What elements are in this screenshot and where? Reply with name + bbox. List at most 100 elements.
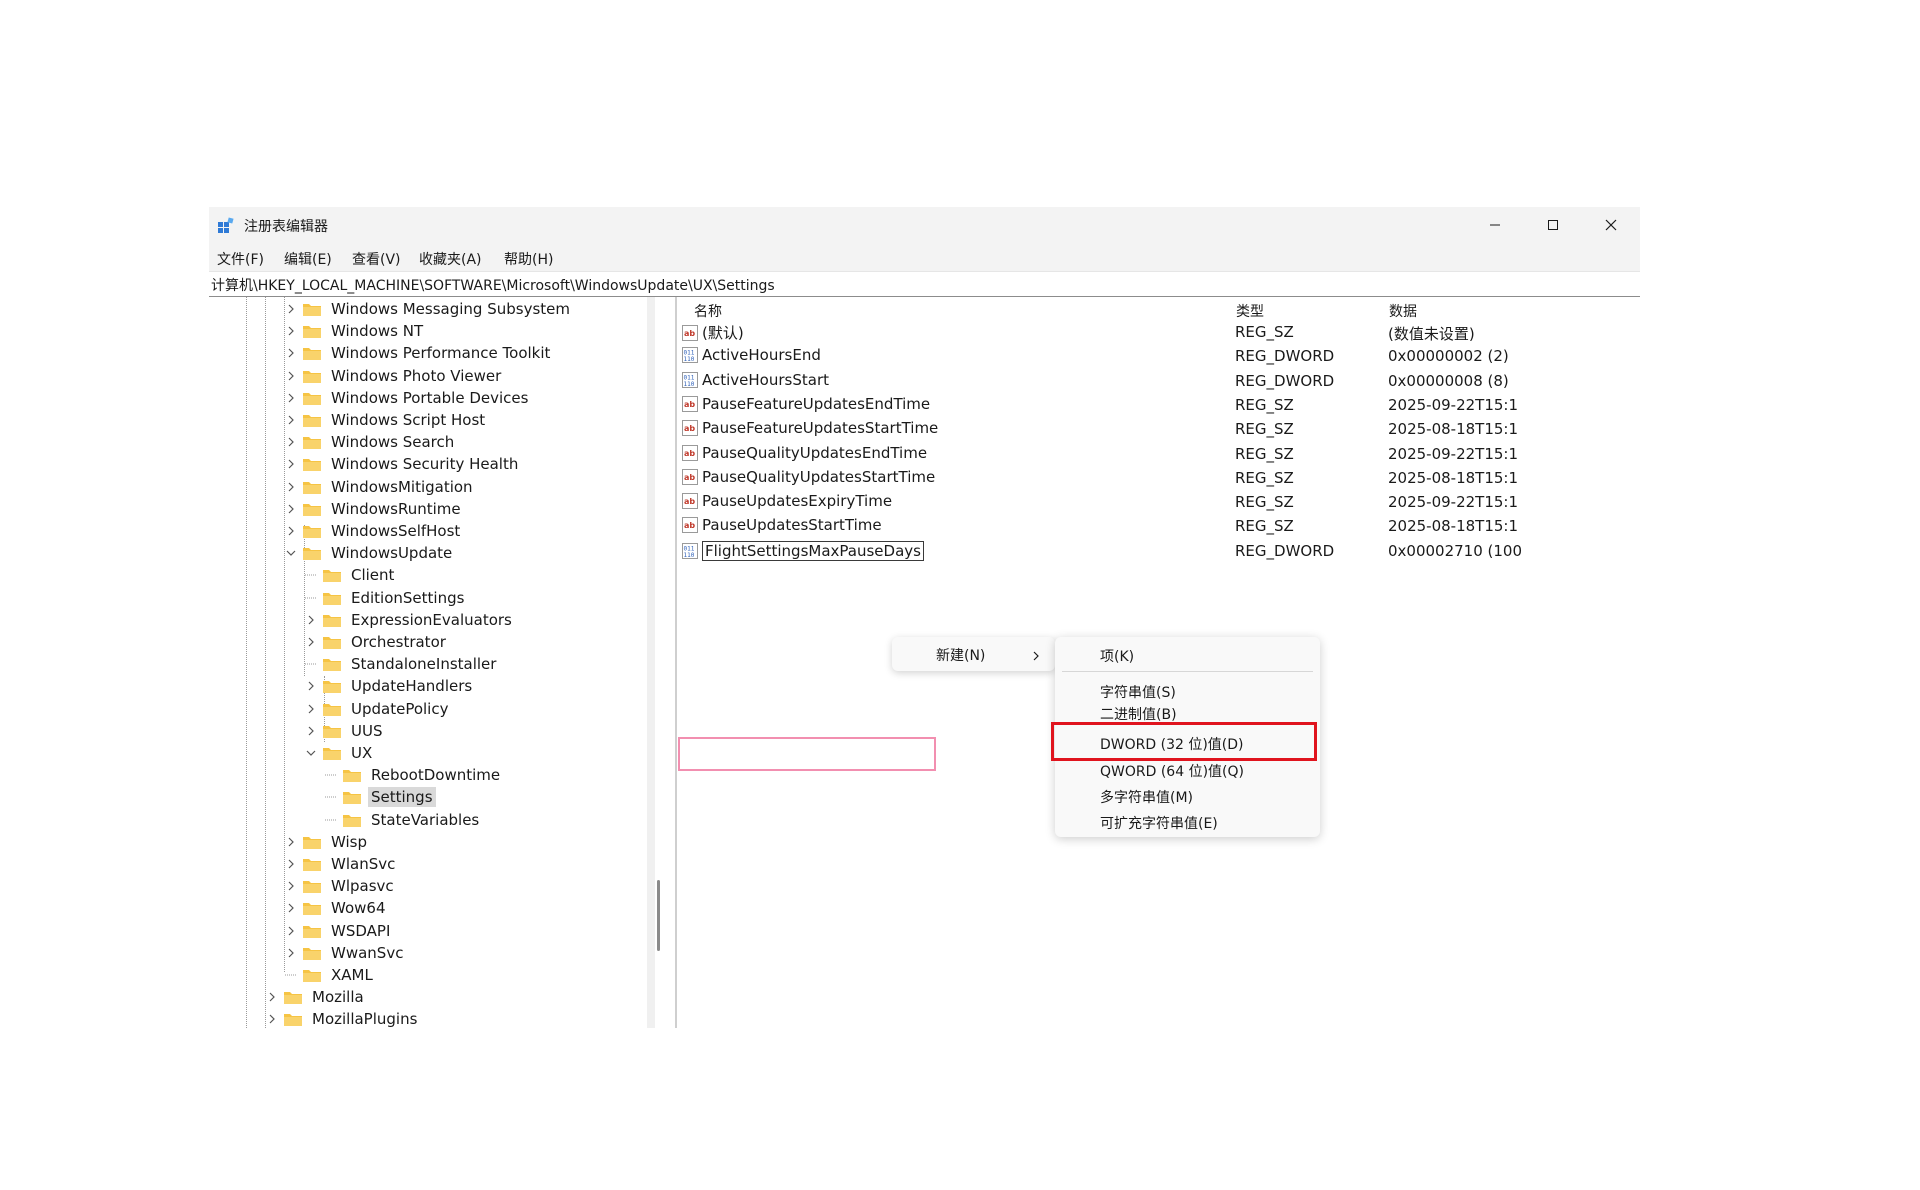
tree-item[interactable]: UpdateHandlers [304, 675, 475, 697]
tree-item[interactable]: WindowsMitigation [284, 476, 476, 498]
tree-item[interactable]: RebootDowntime [324, 764, 503, 786]
chevron-right-icon[interactable] [284, 346, 298, 360]
chevron-right-icon[interactable] [304, 679, 318, 693]
value-row[interactable]: ab PauseQualityUpdatesEndTime REG_SZ 2025-0… [678, 441, 1640, 465]
value-row[interactable]: ab (默认) REG_SZ (数值未设置) [678, 319, 1640, 343]
tree-item[interactable]: WwanSvc [284, 942, 406, 964]
chevron-right-icon[interactable] [284, 502, 298, 516]
tree-item[interactable]: Windows Search [284, 431, 457, 453]
address-bar[interactable]: 计算机\HKEY_LOCAL_MACHINE\SOFTWARE\Microsof… [209, 272, 1640, 297]
chevron-right-icon[interactable] [284, 480, 298, 494]
value-row[interactable]: ab PauseUpdatesStartTime REG_SZ 2025-08-18T… [678, 513, 1640, 537]
menu-edit[interactable]: 编辑(E) [284, 249, 332, 269]
svg-text:ab: ab [684, 497, 695, 506]
value-row[interactable]: ab PauseUpdatesExpiryTime REG_SZ 2025-09-22… [678, 489, 1640, 513]
submenu-qword-value[interactable]: QWORD (64 位)值(Q) [1100, 761, 1244, 781]
chevron-right-icon[interactable] [284, 369, 298, 383]
tree-item[interactable]: UpdatePolicy [304, 698, 451, 720]
pane-splitter[interactable] [675, 297, 677, 1028]
menu-file[interactable]: 文件(F) [217, 249, 264, 269]
tree-item[interactable]: Windows Photo Viewer [284, 365, 504, 387]
tree-item[interactable]: Windows NT [284, 320, 426, 342]
tree-item[interactable]: WindowsSelfHost [284, 520, 463, 542]
value-row[interactable]: ab PauseQualityUpdatesStartTime REG_SZ 2025… [678, 465, 1640, 489]
context-menu-new[interactable]: 新建(N) [936, 645, 985, 665]
chevron-right-icon[interactable] [284, 302, 298, 316]
tree-item[interactable]: Windows Performance Toolkit [284, 342, 553, 364]
value-row[interactable]: ab PauseFeatureUpdatesStartTime REG_SZ 2025… [678, 416, 1640, 440]
chevron-right-icon[interactable] [265, 990, 279, 1004]
chevron-right-icon[interactable] [284, 924, 298, 938]
tree-item[interactable]: WindowsRuntime [284, 498, 464, 520]
chevron-right-icon[interactable] [284, 413, 298, 427]
value-row[interactable]: 011 110 FlightSettingsMaxPauseDays REG_DWOR… [678, 538, 1640, 562]
chevron-right-icon[interactable] [284, 946, 298, 960]
value-data-cell: 0x00000002 (2) [1388, 347, 1509, 366]
tree-item[interactable]: Client [304, 564, 397, 586]
tree-item[interactable]: WlanSvc [284, 853, 398, 875]
tree-item[interactable]: Wisp [284, 831, 370, 853]
tree-item[interactable]: StateVariables [324, 809, 482, 831]
close-button[interactable] [1582, 207, 1640, 243]
chevron-right-icon[interactable] [304, 613, 318, 627]
chevron-right-icon[interactable] [304, 702, 318, 716]
tree-item[interactable]: StandaloneInstaller [304, 653, 499, 675]
key-tree-pane[interactable]: Windows Messaging Subsystem Windows NT Win… [209, 297, 647, 1028]
tree-item-label: WindowsUpdate [331, 544, 453, 563]
tree-item[interactable]: ExpressionEvaluators [304, 609, 515, 631]
chevron-right-icon[interactable] [284, 901, 298, 915]
tree-item[interactable]: UUS [304, 720, 385, 742]
chevron-down-icon[interactable] [304, 746, 318, 760]
chevron-right-icon[interactable] [265, 1012, 279, 1026]
chevron-down-icon[interactable] [284, 546, 298, 560]
tree-scrollbar-track[interactable] [647, 297, 655, 1028]
submenu-multi-string-value[interactable]: 多字符串值(M) [1100, 787, 1193, 807]
value-row[interactable]: 011 110 ActiveHoursEnd REG_DWORD 0x00000002 … [678, 343, 1640, 367]
tree-item[interactable]: XAML [284, 964, 376, 986]
value-row[interactable]: ab PauseFeatureUpdatesEndTime REG_SZ 2025-0… [678, 392, 1640, 416]
tree-item[interactable]: Windows Portable Devices [284, 387, 531, 409]
tree-item[interactable]: WSDAPI [284, 920, 393, 942]
chevron-right-icon[interactable] [284, 457, 298, 471]
tree-item[interactable]: Mozilla [265, 986, 367, 1008]
chevron-right-icon[interactable] [284, 857, 298, 871]
submenu-string-value[interactable]: 字符串值(S) [1100, 682, 1176, 702]
chevron-right-icon[interactable] [284, 435, 298, 449]
string-value-icon: ab [682, 420, 698, 437]
column-header-name[interactable]: 名称 [694, 301, 722, 321]
tree-item[interactable]: Windows Messaging Subsystem [284, 298, 573, 320]
column-header-data[interactable]: 数据 [1389, 301, 1417, 321]
tree-item[interactable]: Windows Script Host [284, 409, 488, 431]
tree-item[interactable]: Settings [324, 786, 436, 808]
chevron-right-icon[interactable] [284, 879, 298, 893]
maximize-button[interactable] [1524, 207, 1582, 243]
tree-item[interactable]: Wlpasvc [284, 875, 397, 897]
value-row[interactable]: 011 110 ActiveHoursStart REG_DWORD 0x0000000… [678, 368, 1640, 392]
tree-item[interactable]: Orchestrator [304, 631, 449, 653]
tree-item[interactable]: MozillaPlugins [265, 1008, 420, 1028]
chevron-right-icon[interactable] [284, 391, 298, 405]
tree-item[interactable]: EditionSettings [304, 587, 467, 609]
menu-view[interactable]: 查看(V) [352, 249, 401, 269]
tree-item-label: Windows Search [331, 433, 455, 452]
chevron-right-icon[interactable] [304, 635, 318, 649]
minimize-button[interactable] [1466, 207, 1524, 243]
chevron-right-icon[interactable] [284, 835, 298, 849]
tree-item[interactable]: UX [304, 742, 375, 764]
svg-text:ab: ab [684, 424, 695, 433]
tree-item[interactable]: Windows Security Health [284, 453, 521, 475]
submenu-key[interactable]: 项(K) [1100, 646, 1134, 666]
value-name-text: PauseUpdatesStartTime [702, 516, 882, 535]
chevron-right-icon[interactable] [304, 724, 318, 738]
value-name-edit-field[interactable]: FlightSettingsMaxPauseDays [702, 540, 924, 561]
chevron-right-icon[interactable] [284, 524, 298, 538]
tree-item[interactable]: WindowsUpdate [284, 542, 455, 564]
tree-scrollbar-thumb[interactable] [657, 880, 660, 951]
menu-favorites[interactable]: 收藏夹(A) [419, 249, 482, 269]
submenu-binary-value[interactable]: 二进制值(B) [1100, 704, 1177, 724]
column-header-type[interactable]: 类型 [1236, 301, 1264, 321]
chevron-right-icon[interactable] [284, 324, 298, 338]
tree-item[interactable]: Wow64 [284, 897, 389, 919]
submenu-expandable-string-value[interactable]: 可扩充字符串值(E) [1100, 813, 1218, 833]
menu-help[interactable]: 帮助(H) [504, 249, 553, 269]
